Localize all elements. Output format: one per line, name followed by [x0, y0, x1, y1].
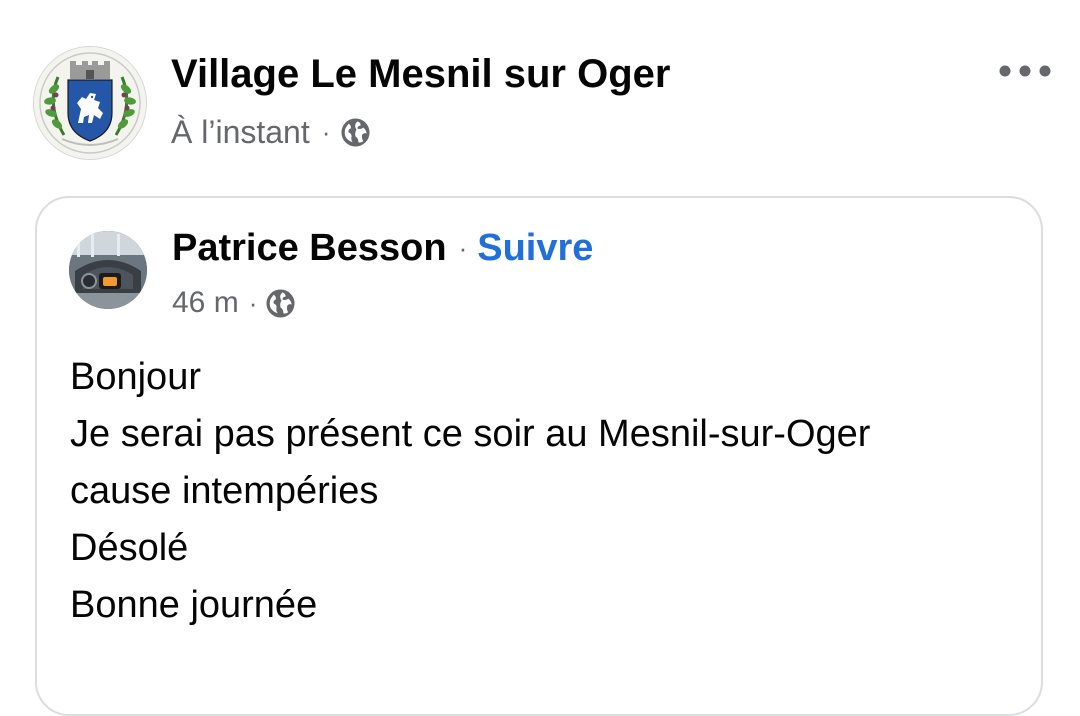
more-options-icon	[999, 65, 1051, 77]
meta-separator: ·	[248, 287, 258, 318]
village-crest-image	[34, 47, 146, 159]
post-header: Village Le Mesnil sur Oger À l’instant ·	[0, 0, 1080, 190]
shared-post-timestamp[interactable]: 46 m	[172, 286, 239, 320]
page-avatar[interactable]	[34, 47, 146, 159]
post-text-line: Je serai pas présent ce soir au Mesnil-s…	[70, 413, 871, 455]
post-text-line: Bonjour	[70, 356, 201, 398]
author-name[interactable]: Patrice Besson	[172, 227, 447, 270]
meta-separator: ·	[321, 116, 331, 147]
follow-button[interactable]: Suivre	[477, 227, 593, 270]
post-text: Bonjour Je serai pas présent ce soir au …	[70, 349, 1020, 634]
shared-post-card[interactable]: Patrice Besson · Suivre 46 m · Bonjour J…	[35, 196, 1043, 716]
author-avatar[interactable]	[69, 231, 147, 309]
post-timestamp[interactable]: À l’instant	[171, 114, 310, 151]
post-text-line: Bonne journée	[70, 584, 318, 626]
post-text-line: cause intempéries	[70, 470, 379, 512]
post-meta: À l’instant ·	[171, 112, 371, 152]
globe-icon[interactable]	[265, 288, 296, 319]
shared-post-meta: 46 m ·	[172, 284, 296, 322]
author-separator: ·	[458, 232, 468, 263]
author-profile-photo	[69, 231, 147, 309]
globe-icon[interactable]	[340, 117, 371, 148]
post-text-line: Désolé	[70, 527, 189, 569]
page-name[interactable]: Village Le Mesnil sur Oger	[171, 50, 670, 98]
more-options-button[interactable]	[994, 52, 1056, 90]
author-line: Patrice Besson · Suivre	[172, 222, 593, 274]
